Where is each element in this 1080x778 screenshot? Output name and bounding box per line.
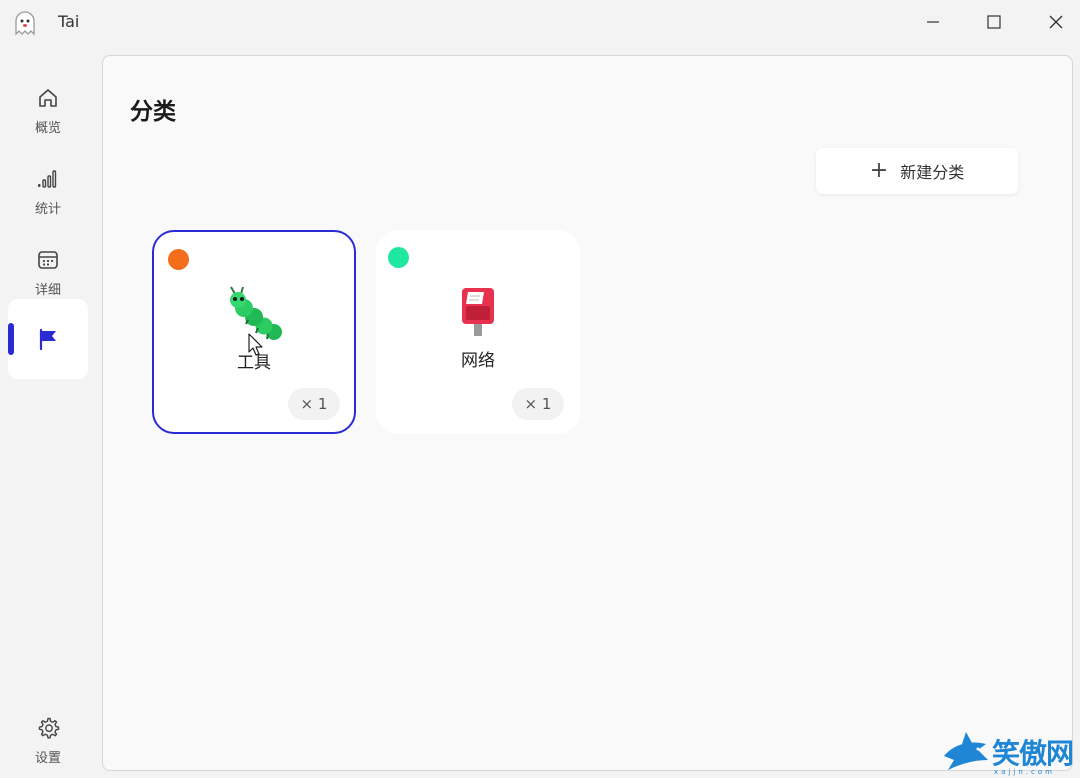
plus-icon: + bbox=[869, 158, 889, 183]
sidebar-item-stats[interactable]: 统计 bbox=[8, 153, 88, 229]
sidebar: 概览 统计 详细 设置 bbox=[0, 58, 96, 778]
content-panel: 分类 + 新建分类 工具 × 1 网络 × 1 bbox=[102, 55, 1073, 771]
home-icon bbox=[35, 85, 61, 111]
category-color-dot bbox=[388, 247, 409, 268]
new-category-label: 新建分类 bbox=[900, 163, 965, 182]
mailbox-icon bbox=[448, 282, 508, 342]
sidebar-item-label: 设置 bbox=[34, 750, 61, 766]
new-category-button[interactable]: + 新建分类 bbox=[816, 148, 1018, 194]
maximize-icon bbox=[987, 15, 1001, 29]
active-indicator bbox=[8, 323, 14, 355]
category-color-dot bbox=[168, 249, 189, 270]
watermark-url: xajjn.com bbox=[994, 768, 1055, 776]
category-count-badge: × 1 bbox=[512, 388, 564, 420]
mouse-cursor-icon bbox=[248, 333, 264, 357]
sidebar-item-overview[interactable]: 概览 bbox=[8, 72, 88, 148]
sidebar-item-label: 概览 bbox=[34, 120, 61, 136]
sidebar-item-label: 统计 bbox=[34, 201, 61, 217]
close-icon bbox=[1049, 15, 1063, 29]
minimize-button[interactable] bbox=[910, 6, 956, 38]
sidebar-item-settings[interactable]: 设置 bbox=[8, 702, 88, 778]
watermark: 笑傲网 xajjn.com bbox=[940, 730, 1080, 778]
page-title: 分类 bbox=[130, 99, 176, 125]
category-card-network[interactable]: 网络 × 1 bbox=[376, 230, 580, 434]
close-button[interactable] bbox=[1033, 6, 1079, 38]
watermark-text: 笑傲网 bbox=[992, 737, 1074, 770]
calendar-icon bbox=[35, 247, 61, 273]
maximize-button[interactable] bbox=[971, 6, 1017, 38]
category-name: 网络 bbox=[461, 351, 495, 371]
flag-icon bbox=[35, 326, 61, 352]
app-title: Tai bbox=[58, 12, 80, 31]
minimize-icon bbox=[927, 21, 939, 23]
sidebar-item-label: 详细 bbox=[34, 282, 61, 298]
shark-logo-icon bbox=[944, 732, 988, 770]
signal-bars-icon bbox=[35, 166, 61, 192]
category-count-badge: × 1 bbox=[288, 388, 340, 420]
ghost-icon bbox=[12, 10, 38, 36]
category-card-tools[interactable]: 工具 × 1 bbox=[152, 230, 356, 434]
sidebar-item-category[interactable] bbox=[8, 299, 88, 379]
gear-icon bbox=[35, 715, 61, 741]
title-bar: Tai bbox=[0, 0, 1080, 44]
